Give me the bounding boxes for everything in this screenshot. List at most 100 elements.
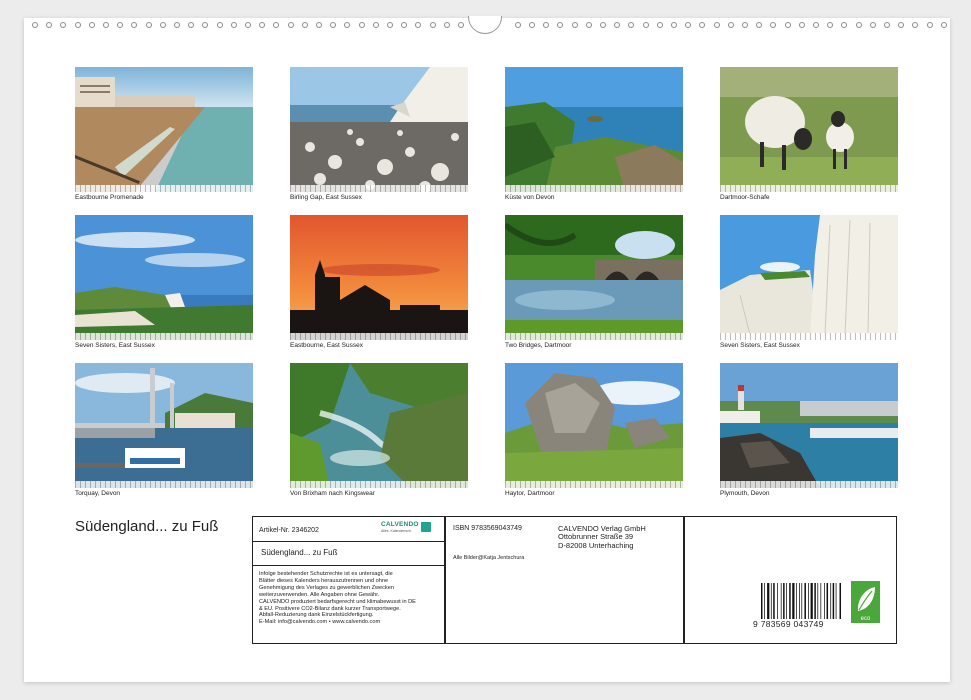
photo-caption: Dartmoor-Schafe bbox=[720, 194, 770, 201]
binding-hole bbox=[614, 22, 621, 28]
mini-calendar-strip bbox=[75, 185, 253, 192]
barcode-bar bbox=[820, 583, 822, 619]
legal-line: Blätter dieses Kalenders herauszutrennen… bbox=[259, 577, 389, 584]
binding-hole bbox=[188, 22, 195, 28]
binding-hole bbox=[401, 22, 408, 28]
binding-hole bbox=[103, 22, 109, 28]
calendar-title: Südengland... zu Fuß bbox=[75, 518, 219, 535]
binding-hole bbox=[884, 22, 890, 28]
mini-calendar-strip bbox=[75, 333, 253, 340]
barcode-bar bbox=[792, 583, 795, 619]
photo-thumbnail[interactable] bbox=[75, 363, 253, 488]
binding-hole bbox=[756, 22, 763, 28]
photo-caption: Eastbourne, East Sussex bbox=[290, 342, 363, 349]
binding-hole bbox=[827, 22, 834, 28]
calendar-icon bbox=[421, 522, 431, 532]
binding-hole bbox=[358, 22, 365, 28]
publisher-line: D-82008 Unterhaching bbox=[558, 540, 634, 550]
binding-hole bbox=[230, 22, 237, 28]
photo-thumbnail[interactable] bbox=[75, 215, 253, 340]
binding-hole bbox=[88, 22, 95, 28]
barcode-bar bbox=[830, 583, 832, 619]
legal-notice: Infolge bestehender Schutzrechte ist es … bbox=[259, 571, 447, 626]
barcode-bar bbox=[764, 583, 765, 619]
hanger-notch bbox=[468, 16, 502, 34]
binding-hole bbox=[415, 22, 422, 28]
photo-thumbnail[interactable] bbox=[505, 363, 683, 488]
photo-card-two-bridges[interactable]: Two Bridges, Dartmoor bbox=[505, 215, 683, 355]
barcode-bar bbox=[789, 583, 791, 619]
binding-hole bbox=[656, 22, 663, 28]
photo-caption: Plymouth, Devon bbox=[720, 490, 770, 497]
binding-hole bbox=[32, 22, 38, 28]
binding-hole bbox=[301, 22, 308, 28]
photo-card-seven-sisters-2[interactable]: Seven Sisters, East Sussex bbox=[720, 215, 898, 355]
binding-hole bbox=[784, 22, 791, 28]
eco-label: eco bbox=[861, 616, 871, 622]
photo-thumbnail[interactable] bbox=[720, 363, 898, 488]
legal-line: E-Mail: info@calvendo.com • www.calvendo… bbox=[259, 619, 381, 626]
photo-card-torquay[interactable]: Torquay, Devon bbox=[75, 363, 253, 503]
photo-thumbnail[interactable] bbox=[505, 215, 683, 340]
binding-hole bbox=[557, 22, 564, 28]
mini-calendar-strip bbox=[720, 481, 898, 488]
binding-hole bbox=[316, 22, 322, 28]
binding-hole bbox=[770, 22, 777, 28]
binding-hole bbox=[443, 22, 450, 28]
photo-thumbnail[interactable] bbox=[75, 67, 253, 192]
mini-calendar-strip bbox=[720, 333, 898, 340]
barcode-bar bbox=[835, 583, 837, 619]
binding-hole bbox=[202, 22, 209, 28]
binding-hole bbox=[798, 22, 805, 28]
mini-calendar-strip bbox=[290, 185, 468, 192]
photo-thumbnail[interactable] bbox=[290, 215, 468, 340]
photo-caption: Von Brixham nach Kingswear bbox=[290, 490, 375, 497]
photo-caption: Seven Sisters, East Sussex bbox=[75, 342, 155, 349]
photo-card-eastbourne-sunset[interactable]: Eastbourne, East Sussex bbox=[290, 215, 468, 355]
barcode-bar bbox=[810, 583, 813, 619]
binding-hole bbox=[713, 22, 720, 28]
legal-line: & EU. Positivere CO2-Bilanz dank kurzer … bbox=[259, 605, 401, 612]
mini-calendar-strip bbox=[75, 481, 253, 488]
barcode-bar bbox=[824, 583, 825, 619]
binding-hole bbox=[571, 22, 578, 28]
binding-hole bbox=[813, 22, 819, 28]
photo-thumbnail[interactable] bbox=[720, 215, 898, 340]
photo-card-eastbourne-promenade[interactable]: Eastbourne Promenade bbox=[75, 67, 253, 207]
barcode-bar bbox=[770, 583, 772, 619]
photo-caption: Haytor, Dartmoor bbox=[505, 490, 555, 497]
binding-hole bbox=[727, 22, 734, 28]
photo-card-haytor[interactable]: Haytor, Dartmoor bbox=[505, 363, 683, 503]
binding-hole bbox=[216, 22, 223, 28]
binding-hole bbox=[46, 22, 53, 28]
photo-card-seven-sisters-1[interactable]: Seven Sisters, East Sussex bbox=[75, 215, 253, 355]
photo-card-brixham-kingswear[interactable]: Von Brixham nach Kingswear bbox=[290, 363, 468, 503]
photo-thumbnail[interactable] bbox=[720, 67, 898, 192]
photo-thumbnail[interactable] bbox=[290, 67, 468, 192]
logo-text: CALVENDO bbox=[381, 521, 419, 528]
binding-hole bbox=[74, 22, 81, 28]
divider bbox=[683, 517, 685, 643]
binding-hole bbox=[330, 22, 337, 28]
photo-card-dartmoor-schafe[interactable]: Dartmoor-Schafe bbox=[720, 67, 898, 207]
photo-card-kueste-von-devon[interactable]: Küste von Devon bbox=[505, 67, 683, 207]
binding-hole bbox=[259, 22, 266, 28]
binding-hole bbox=[287, 22, 294, 28]
photo-card-plymouth[interactable]: Plymouth, Devon bbox=[720, 363, 898, 503]
binding-hole bbox=[131, 22, 138, 28]
binding-hole bbox=[841, 22, 848, 28]
photo-card-birling-gap[interactable]: Birling Gap, East Sussex bbox=[290, 67, 468, 207]
barcode-bar bbox=[773, 583, 775, 619]
photo-caption: Küste von Devon bbox=[505, 194, 555, 201]
mini-calendar-strip bbox=[505, 185, 683, 192]
legal-line: Infolge bestehender Schutzrechte ist es … bbox=[259, 571, 393, 577]
mini-calendar-strip bbox=[290, 481, 468, 488]
barcode-bar bbox=[808, 583, 809, 619]
photo-thumbnail[interactable] bbox=[290, 363, 468, 488]
binding-hole bbox=[543, 22, 550, 28]
binding-hole bbox=[671, 22, 677, 28]
mini-calendar-strip bbox=[720, 185, 898, 192]
binding-hole bbox=[585, 22, 592, 28]
photo-thumbnail[interactable] bbox=[505, 67, 683, 192]
barcode-bar bbox=[786, 583, 787, 619]
